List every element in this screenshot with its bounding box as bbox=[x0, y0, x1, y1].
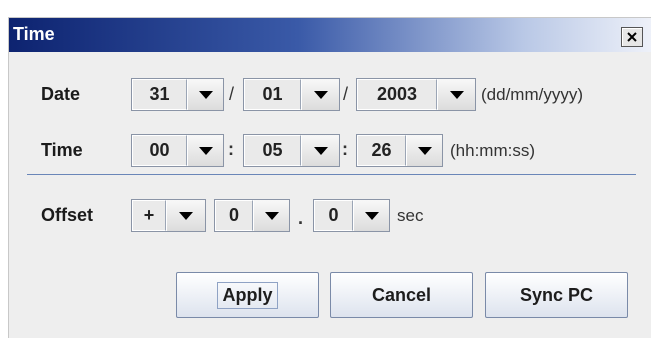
window-title: Time bbox=[13, 24, 55, 44]
sync-pc-button[interactable]: Sync PC bbox=[485, 272, 628, 318]
offset-whole-dropdown-button[interactable] bbox=[253, 200, 289, 231]
time-format-hint: (hh:mm:ss) bbox=[450, 141, 535, 160]
day-value: 31 bbox=[132, 79, 187, 110]
time-separator: : bbox=[228, 139, 234, 159]
apply-button[interactable]: Apply bbox=[176, 272, 319, 318]
year-dropdown-button[interactable] bbox=[437, 79, 475, 110]
offset-sign-value: + bbox=[132, 200, 166, 231]
seconds-value: 26 bbox=[357, 135, 406, 166]
chevron-down-icon bbox=[179, 211, 193, 220]
cancel-button-label: Cancel bbox=[371, 284, 432, 305]
offset-unit: sec bbox=[397, 206, 424, 225]
hours-select[interactable]: 00 bbox=[131, 134, 224, 167]
offset-decimal-point: . bbox=[298, 208, 304, 228]
date-format-hint: (dd/mm/yyyy) bbox=[481, 85, 583, 104]
date-separator: / bbox=[229, 84, 235, 104]
sync-pc-button-label: Sync PC bbox=[519, 284, 594, 305]
hours-dropdown-button[interactable] bbox=[187, 135, 223, 166]
minutes-select[interactable]: 05 bbox=[243, 134, 340, 167]
chevron-down-icon bbox=[449, 90, 464, 99]
minutes-value: 05 bbox=[244, 135, 301, 166]
offset-whole-value: 0 bbox=[215, 200, 253, 231]
close-icon bbox=[627, 32, 637, 42]
day-select[interactable]: 31 bbox=[131, 78, 224, 111]
time-separator: : bbox=[342, 139, 348, 159]
chevron-down-icon bbox=[198, 90, 213, 99]
offset-fraction-select[interactable]: 0 bbox=[313, 199, 390, 232]
section-divider bbox=[27, 174, 636, 175]
offset-label: Offset bbox=[41, 205, 94, 225]
title-bar[interactable]: Time bbox=[9, 18, 651, 52]
close-button[interactable] bbox=[621, 27, 643, 47]
cancel-button[interactable]: Cancel bbox=[330, 272, 473, 318]
offset-sign-select[interactable]: + bbox=[131, 199, 206, 232]
apply-button-label: Apply bbox=[217, 281, 278, 309]
chevron-down-icon bbox=[313, 146, 328, 155]
hours-value: 00 bbox=[132, 135, 187, 166]
seconds-select[interactable]: 26 bbox=[356, 134, 443, 167]
offset-fraction-value: 0 bbox=[314, 200, 353, 231]
month-value: 01 bbox=[244, 79, 301, 110]
offset-sign-dropdown-button[interactable] bbox=[166, 200, 205, 231]
chevron-down-icon bbox=[417, 146, 432, 155]
date-label: Date bbox=[41, 84, 81, 104]
chevron-down-icon bbox=[364, 211, 379, 220]
minutes-dropdown-button[interactable] bbox=[301, 135, 339, 166]
chevron-down-icon bbox=[264, 211, 279, 220]
seconds-dropdown-button[interactable] bbox=[406, 135, 442, 166]
year-value: 2003 bbox=[357, 79, 437, 110]
chevron-down-icon bbox=[313, 90, 328, 99]
year-select[interactable]: 2003 bbox=[356, 78, 476, 111]
offset-whole-select[interactable]: 0 bbox=[214, 199, 290, 232]
month-select[interactable]: 01 bbox=[243, 78, 340, 111]
time-label: Time bbox=[41, 140, 83, 160]
month-dropdown-button[interactable] bbox=[301, 79, 339, 110]
date-separator: / bbox=[343, 84, 349, 104]
chevron-down-icon bbox=[198, 146, 213, 155]
day-dropdown-button[interactable] bbox=[187, 79, 223, 110]
offset-fraction-dropdown-button[interactable] bbox=[353, 200, 389, 231]
